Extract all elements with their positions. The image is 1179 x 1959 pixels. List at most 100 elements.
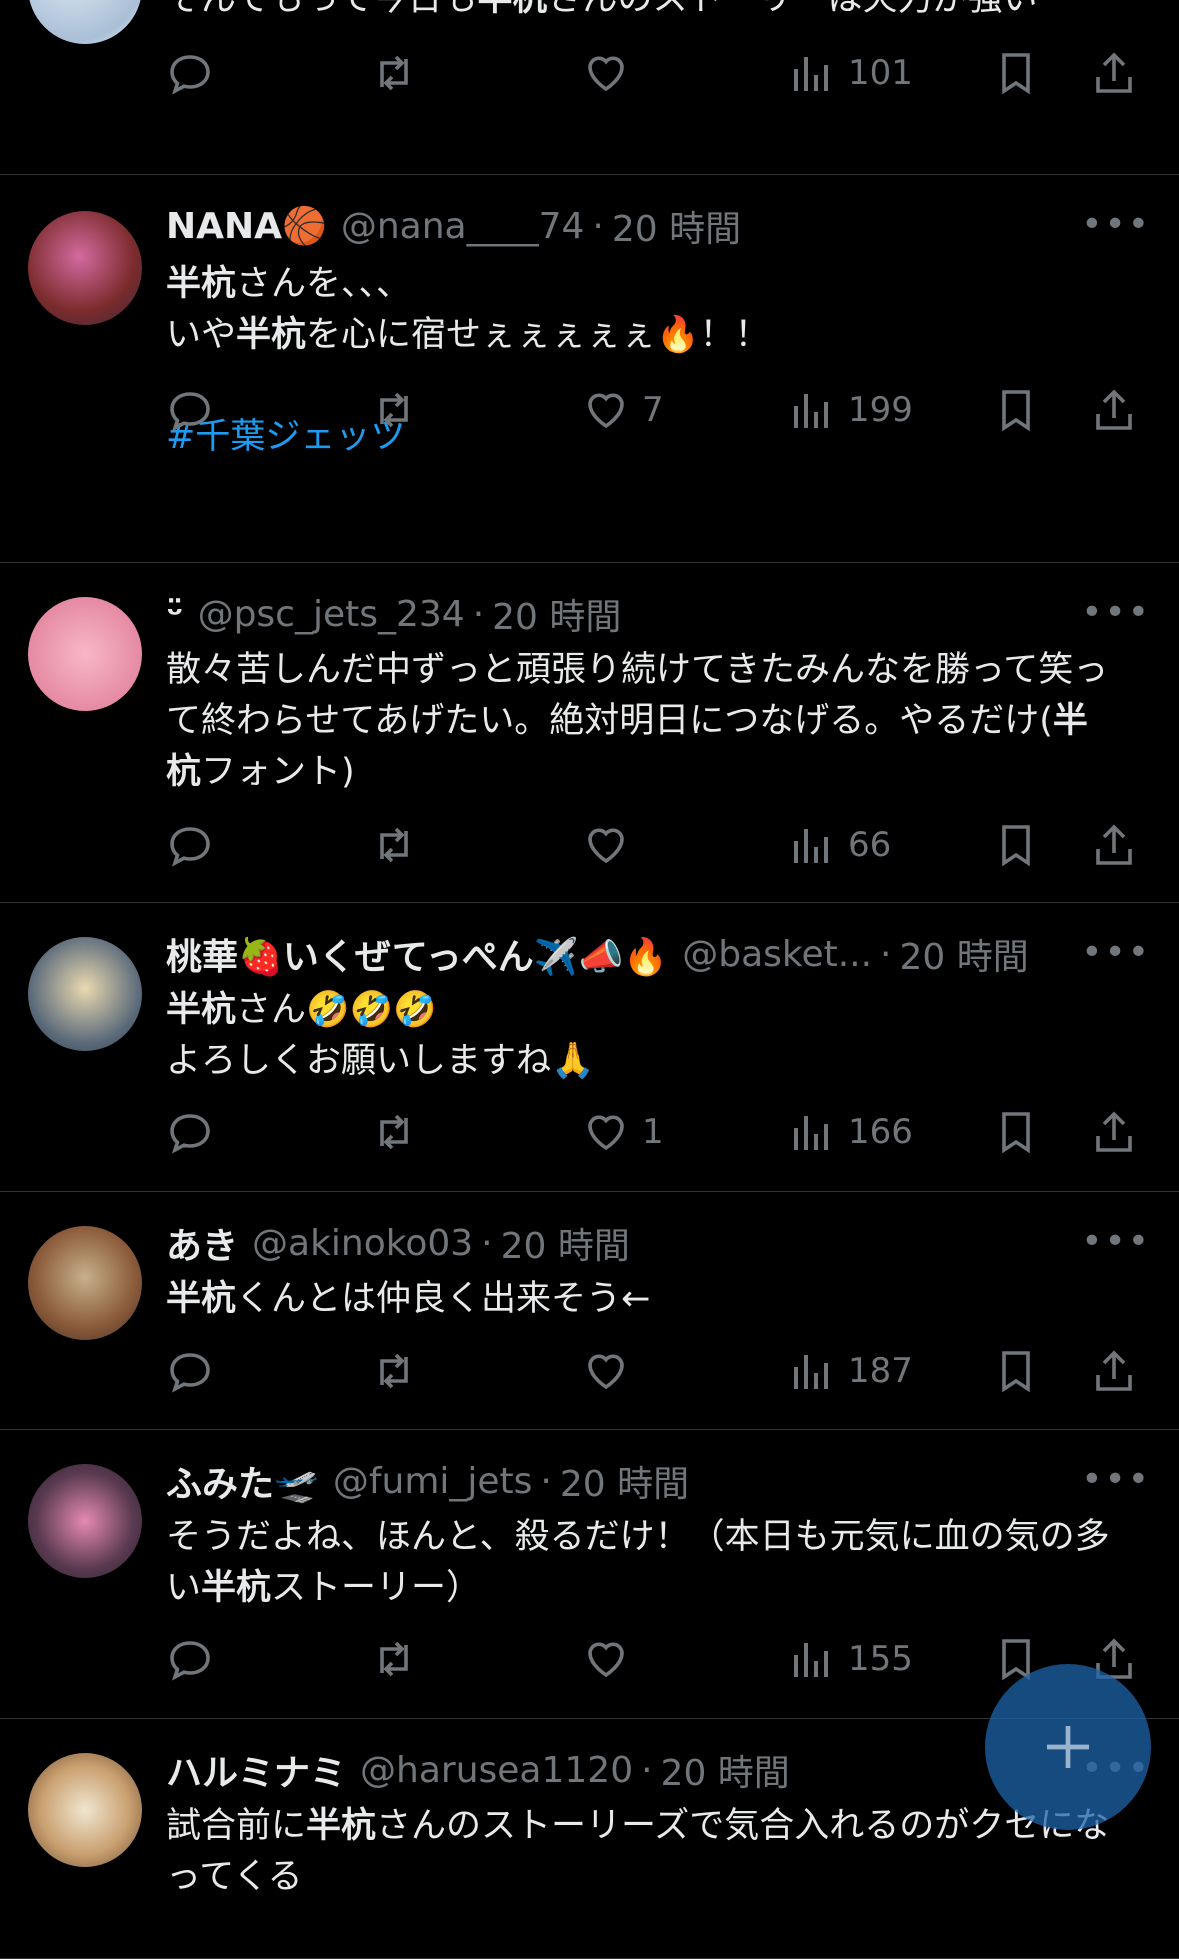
tweet-header: あき @akinoko03 · 20 時間 [166, 1217, 1149, 1269]
reply-icon [166, 386, 214, 434]
reply-button[interactable] [166, 820, 226, 870]
timestamp[interactable]: 20 時間 [560, 1455, 689, 1507]
display-name[interactable]: あき [166, 1217, 238, 1269]
avatar[interactable] [28, 1753, 142, 1867]
views-icon [788, 386, 836, 434]
avatar[interactable] [28, 1226, 142, 1340]
timestamp[interactable]: 20 時間 [501, 1217, 630, 1269]
avatar[interactable] [28, 0, 142, 44]
bookmark-button[interactable] [992, 1346, 1040, 1396]
display-name[interactable]: ハルミナミ [166, 1744, 346, 1796]
display-name[interactable]: NANA🏀 [166, 205, 327, 247]
display-name[interactable]: 桃華🍓いくぜてっぺん✈️📣🔥 [166, 928, 668, 980]
avatar[interactable] [28, 597, 142, 711]
avatar[interactable] [28, 937, 142, 1051]
tweet[interactable]: そんでもって今日も半杭さんのストーリーは火力が強い 101 [0, 0, 1179, 175]
retweet-icon [370, 49, 418, 97]
share-icon [1090, 49, 1138, 97]
user-handle[interactable]: @fumi_jets [333, 1461, 533, 1502]
reply-button[interactable] [166, 385, 226, 435]
more-options-icon[interactable]: ••• [1081, 1459, 1151, 1500]
avatar[interactable] [28, 211, 142, 325]
user-handle[interactable]: @psc_jets_234 [198, 594, 465, 635]
plus-icon [1047, 1726, 1089, 1768]
timestamp[interactable]: 20 時間 [661, 1744, 790, 1796]
more-options-icon[interactable]: ••• [1081, 592, 1151, 633]
compose-button[interactable] [985, 1664, 1151, 1830]
tweet[interactable]: あき @akinoko03 · 20 時間 ••• 半杭くんとは仲良く出来そう← 187 [0, 1192, 1179, 1430]
reply-button[interactable] [166, 1107, 226, 1157]
user-handle[interactable]: @nana____74 [341, 206, 585, 247]
retweet-button[interactable] [370, 1346, 430, 1396]
share-button[interactable] [1090, 1107, 1138, 1157]
separator-dot: · [540, 1460, 552, 1502]
bookmark-button[interactable] [992, 385, 1040, 435]
display-name[interactable]: ふみた🛫 [166, 1455, 319, 1507]
like-button[interactable]: 1 [582, 1107, 664, 1157]
views-button[interactable]: 155 [788, 1634, 913, 1684]
action-bar: 7 199 [166, 385, 1156, 435]
retweet-button[interactable] [370, 820, 430, 870]
separator-dot: · [481, 1222, 493, 1264]
reply-icon [166, 821, 214, 869]
bookmark-button[interactable] [992, 48, 1040, 98]
more-options-icon[interactable]: ••• [1081, 1221, 1151, 1262]
share-button[interactable] [1090, 385, 1138, 435]
tweet-text: 試合前に半杭さんのストーリーズで気合入れるのがクセにな ってくる [166, 1806, 1110, 1897]
more-options-icon[interactable]: ••• [1081, 932, 1151, 973]
bookmark-button[interactable] [992, 820, 1040, 870]
views-button[interactable]: 101 [788, 48, 913, 98]
reply-icon [166, 1108, 214, 1156]
separator-dot: · [880, 933, 892, 975]
action-bar: 101 [166, 48, 1156, 98]
reply-button[interactable] [166, 48, 226, 98]
tweet[interactable]: 桃華🍓いくぜてっぺん✈️📣🔥 @basket... · 20 時間 ••• 半杭さん🤣🤣🤣… [0, 903, 1179, 1192]
timestamp[interactable]: 20 時間 [900, 928, 1029, 980]
reply-button[interactable] [166, 1634, 226, 1684]
user-handle[interactable]: @basket... [682, 934, 872, 975]
views-button[interactable]: 187 [788, 1346, 913, 1396]
tweet[interactable]: ふみた🛫 @fumi_jets · 20 時間 ••• そうだよね、ほんと、殺るだけ！（本… [0, 1430, 1179, 1719]
retweet-button[interactable] [370, 48, 430, 98]
timestamp[interactable]: 20 時間 [612, 200, 741, 252]
views-button[interactable]: 199 [788, 385, 913, 435]
like-button[interactable] [582, 1346, 642, 1396]
share-icon [1090, 1108, 1138, 1156]
retweet-icon [370, 1108, 418, 1156]
retweet-button[interactable] [370, 1107, 430, 1157]
like-button[interactable] [582, 48, 642, 98]
action-bar: 66 [166, 820, 1156, 870]
reply-icon [166, 1347, 214, 1395]
avatar[interactable] [28, 1464, 142, 1578]
share-icon [1090, 386, 1138, 434]
user-handle[interactable]: @harusea1120 [360, 1750, 633, 1791]
retweet-button[interactable] [370, 1634, 430, 1684]
tweet-text: そうだよね、ほんと、殺るだけ！（本日も元気に血の気の多 い半杭ストーリー） [166, 1517, 1110, 1608]
tweet[interactable]: NANA🏀 @nana____74 · 20 時間 ••• 半杭さんを、、、 いや半杭を心に… [0, 175, 1179, 563]
reply-button[interactable] [166, 1346, 226, 1396]
tweet[interactable]: ᵕ̈ @psc_jets_234 · 20 時間 ••• 散々苦しんだ中ずっと頑張り続けて… [0, 563, 1179, 903]
separator-dot: · [472, 593, 485, 635]
like-button[interactable] [582, 820, 642, 870]
bookmark-icon [992, 49, 1040, 97]
share-button[interactable] [1090, 48, 1138, 98]
separator-dot: · [641, 1749, 653, 1791]
timestamp[interactable]: 20 時間 [492, 588, 621, 640]
views-icon [788, 1635, 836, 1683]
more-options-icon[interactable]: ••• [1081, 204, 1151, 245]
views-button[interactable]: 166 [788, 1107, 913, 1157]
retweet-button[interactable] [370, 385, 430, 435]
views-button[interactable]: 66 [788, 820, 891, 870]
tweet-header: ふみた🛫 @fumi_jets · 20 時間 [166, 1455, 1149, 1507]
heart-icon [582, 386, 630, 434]
user-handle[interactable]: @akinoko03 [252, 1223, 473, 1264]
like-button[interactable] [582, 1634, 642, 1684]
bookmark-button[interactable] [992, 1107, 1040, 1157]
reply-icon [166, 1635, 214, 1683]
display-name[interactable]: ᵕ̈ [166, 594, 184, 635]
views-icon [788, 49, 836, 97]
views-count: 101 [848, 53, 913, 93]
share-button[interactable] [1090, 1346, 1138, 1396]
like-button[interactable]: 7 [582, 385, 664, 435]
share-button[interactable] [1090, 820, 1138, 870]
